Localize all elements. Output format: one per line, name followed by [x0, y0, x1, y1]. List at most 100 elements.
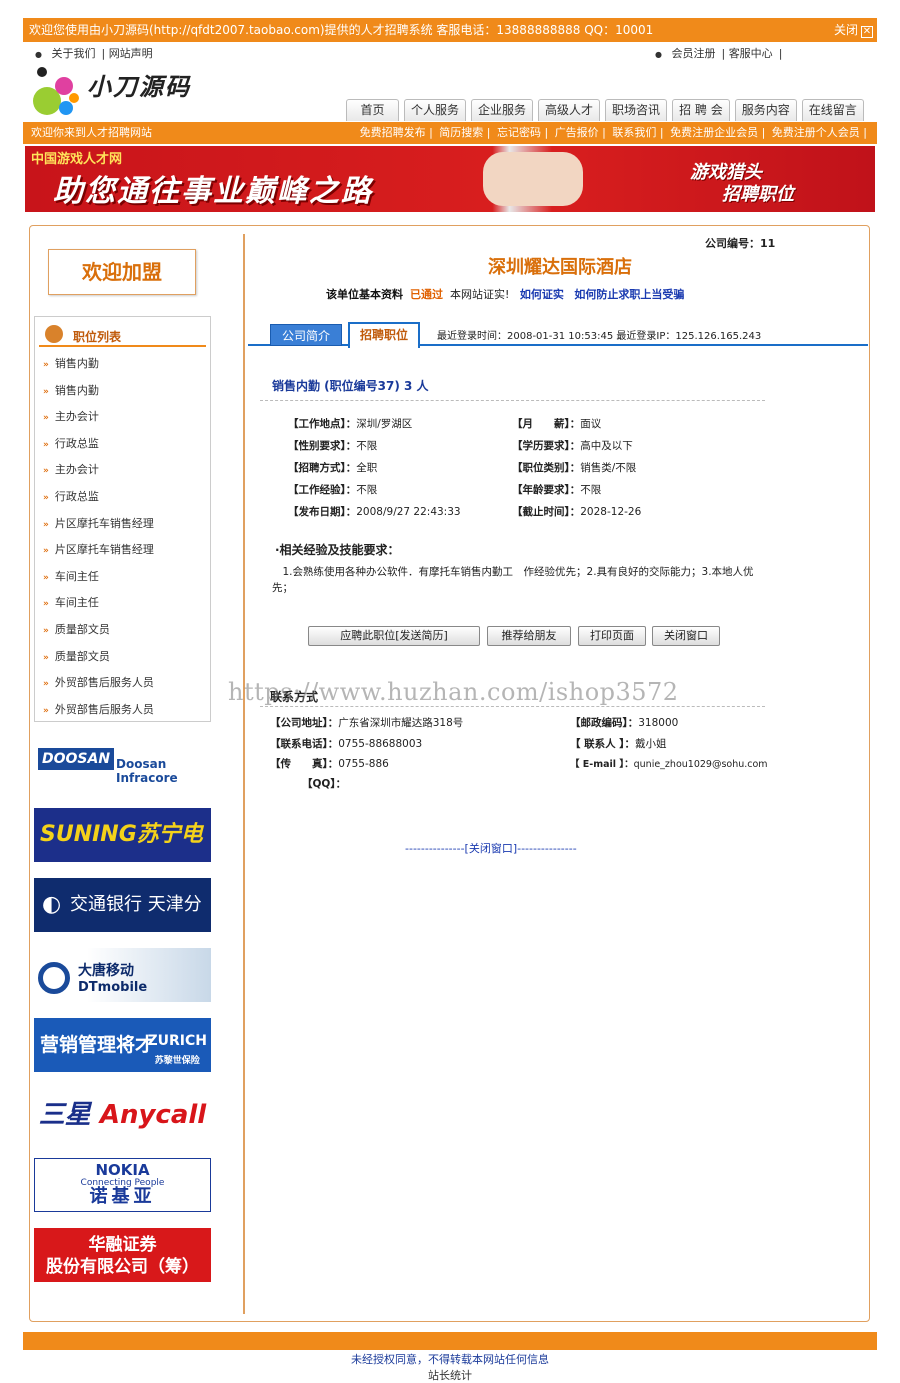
banner-slogan: 助您通往事业巅峰之路 — [53, 174, 373, 209]
job-field: 【性别要求】：不限 — [288, 438, 377, 453]
nokia-cn: 诺基亚 — [89, 1186, 156, 1207]
logo-dot — [59, 101, 73, 115]
nav-personal[interactable]: 个人服务 — [404, 99, 467, 121]
bullet-icon: ● — [35, 50, 42, 59]
ad-bocom[interactable]: ◐ 交通银行 天津分行 — [34, 878, 211, 932]
link-resume-search[interactable]: 简历搜索 — [439, 126, 483, 139]
job-field-value: 不限 — [356, 440, 378, 452]
link-statement[interactable]: 网站声明 — [109, 47, 153, 60]
link-forgot-password[interactable]: 忘记密码 — [497, 126, 541, 139]
dtmobile-en: DTmobile — [78, 980, 148, 995]
job-list-item[interactable]: » 车间主任 — [35, 564, 210, 591]
job-list-label: 片区摩托车销售经理 — [54, 516, 154, 530]
job-list-header: 职位列表 — [39, 317, 206, 347]
verify-prefix: 该单位基本资料 — [326, 288, 403, 301]
job-title: 销售内勤 (职位编号37) 3 人 — [272, 379, 429, 393]
close-window-link[interactable]: ---------------[关闭窗口]--------------- — [405, 840, 577, 856]
nav-home[interactable]: 首页 — [346, 99, 399, 121]
job-list-item[interactable]: » 行政总监 — [35, 484, 210, 511]
job-list-label: 行政总监 — [54, 436, 99, 450]
ad-samsung[interactable]: 三星 Anycall — [34, 1088, 211, 1142]
job-list-item[interactable]: » 销售内勤 — [35, 351, 210, 378]
footer-stats-link[interactable]: 站长统计 — [0, 1367, 900, 1383]
close-window-button[interactable]: 关闭窗口 — [652, 626, 720, 646]
job-list-item[interactable]: » 质量部文员 — [35, 617, 210, 644]
close-announcement-button[interactable]: 关闭 ✕ — [834, 18, 873, 42]
nav-enterprise[interactable]: 企业服务 — [471, 99, 534, 121]
requirements-title: ·相关经验及技能要求： — [275, 543, 400, 557]
link-register-company[interactable]: 免费注册企业会员 — [670, 126, 758, 139]
job-list-item[interactable]: » 行政总监 — [35, 431, 210, 458]
ad-huarong[interactable]: 华融证券 股份有限公司（筹） — [34, 1228, 211, 1282]
zurich-logo: ZURICH 苏黎世保险 — [148, 1026, 208, 1066]
top-links: ● 关于我们 | 网站声明 — [35, 47, 153, 60]
verify-line: 该单位基本资料 已通过 本网站证实! 如何证实 如何防止求职上当受骗 — [326, 286, 684, 302]
job-list-item[interactable]: » 质量部文员 — [35, 644, 210, 671]
link-service[interactable]: 客服中心 — [729, 47, 773, 60]
verify-status: 已通过 — [410, 288, 443, 301]
job-field: 【月 薪】：面议 — [512, 416, 601, 431]
job-field-value: 深圳/罗湖区 — [356, 418, 413, 430]
verify-suffix: 本网站证实! — [450, 288, 510, 301]
job-list-label: 外贸部售后服务人员 — [54, 676, 154, 690]
tab-job-openings[interactable]: 招聘职位 — [348, 322, 420, 348]
bocom-icon: ◐ — [42, 892, 62, 917]
nav-guestbook[interactable]: 在线留言 — [801, 99, 864, 121]
job-list-label: 车间主任 — [54, 569, 99, 583]
contact-qq-label: 【QQ】： — [302, 778, 347, 790]
nav-job-fair[interactable]: 招 聘 会 — [672, 99, 730, 121]
job-field-value: 全职 — [356, 462, 378, 474]
ad-zurich[interactable]: 营销管理将才 ZURICH 苏黎世保险 — [34, 1018, 211, 1072]
contact-email-value: qunie_zhou1029@sohu.com — [633, 759, 768, 770]
ad-doosan[interactable]: DOOSAN Doosan Infracore — [34, 738, 211, 792]
job-list-item[interactable]: » 片区摩托车销售经理 — [35, 511, 210, 538]
how-prevent-link[interactable]: 如何防止求职上当受骗 — [574, 288, 684, 301]
how-verify-link[interactable]: 如何证实 — [520, 288, 564, 301]
job-field-label: 【发布日期】： — [288, 506, 357, 518]
contact-address-label: 【公司地址】： — [270, 717, 339, 729]
nav-senior-talent[interactable]: 高级人才 — [538, 99, 601, 121]
double-arrow-icon: » — [43, 360, 49, 370]
job-list-item[interactable]: » 片区摩托车销售经理 — [35, 537, 210, 564]
sub-welcome: 欢迎你来到人才招聘网站 — [31, 126, 152, 139]
link-free-post[interactable]: 免费招聘发布 — [360, 126, 426, 139]
job-list-item[interactable]: » 主办会计 — [35, 404, 210, 431]
welcome-join-box[interactable]: 欢迎加盟 — [48, 249, 196, 295]
hero-banner[interactable]: 中国游戏人才网 助您通往事业巅峰之路 游戏猎头 招聘职位 — [25, 146, 875, 212]
link-register[interactable]: 会员注册 — [671, 47, 715, 60]
job-list-item[interactable]: » 车间主任 — [35, 590, 210, 617]
huarong-line1: 华融证券 — [88, 1235, 157, 1255]
zurich-left: 营销管理将才 — [40, 1034, 155, 1056]
site-logo[interactable]: 小刀源码 — [25, 65, 215, 125]
job-list-item[interactable]: » 外贸部售后服务人员 — [35, 670, 210, 697]
people-icon — [45, 325, 63, 343]
link-contact[interactable]: 联系我们 — [612, 126, 656, 139]
nav-news[interactable]: 职场咨讯 — [605, 99, 668, 121]
job-list-label: 行政总监 — [54, 489, 99, 503]
ad-nokia[interactable]: NOKIA Connecting People 诺基亚 — [34, 1158, 211, 1212]
ad-dtmobile[interactable]: 大唐移动 DTmobile — [34, 948, 211, 1002]
job-list-item[interactable]: » 销售内勤 — [35, 378, 210, 405]
link-about[interactable]: 关于我们 — [51, 47, 95, 60]
job-list-item[interactable]: » 外贸部售后服务人员 — [35, 697, 210, 724]
tab-company-intro[interactable]: 公司简介 — [270, 324, 342, 346]
contact-email-label: 【 E-mail 】： — [570, 759, 634, 770]
logo-dot — [69, 93, 79, 103]
link-register-personal[interactable]: 免费注册个人会员 — [772, 126, 860, 139]
footer-copyright: 未经授权同意，不得转载本网站任何信息 — [351, 1353, 549, 1366]
job-list: » 销售内勤 » 销售内勤 » 主办会计 » 行政总监 » 主办会计 » 行政总监 » 片区摩托车销售经理… — [35, 347, 210, 723]
contact-phone-value: 0755-88688003 — [338, 738, 423, 750]
double-arrow-icon: » — [43, 386, 49, 397]
job-list-item[interactable]: » 主办会计 — [35, 457, 210, 484]
logo-dot — [37, 67, 47, 77]
recommend-button[interactable]: 推荐给朋友 — [487, 626, 571, 646]
apply-button[interactable]: 应聘此职位[发送简历] — [308, 626, 480, 646]
job-list-label: 销售内勤 — [54, 357, 99, 370]
contact-address: 【公司地址】：广东省深圳市耀达路318号 — [270, 715, 463, 730]
ad-suning[interactable]: SUNING苏宁电器 — [34, 808, 211, 862]
link-ad-price[interactable]: 广告报价 — [555, 126, 599, 139]
job-field: 【工作地点】：深圳/罗湖区 — [288, 416, 412, 431]
nav-services[interactable]: 服务内容 — [734, 99, 797, 121]
print-button[interactable]: 打印页面 — [578, 626, 646, 646]
divider — [260, 400, 765, 401]
